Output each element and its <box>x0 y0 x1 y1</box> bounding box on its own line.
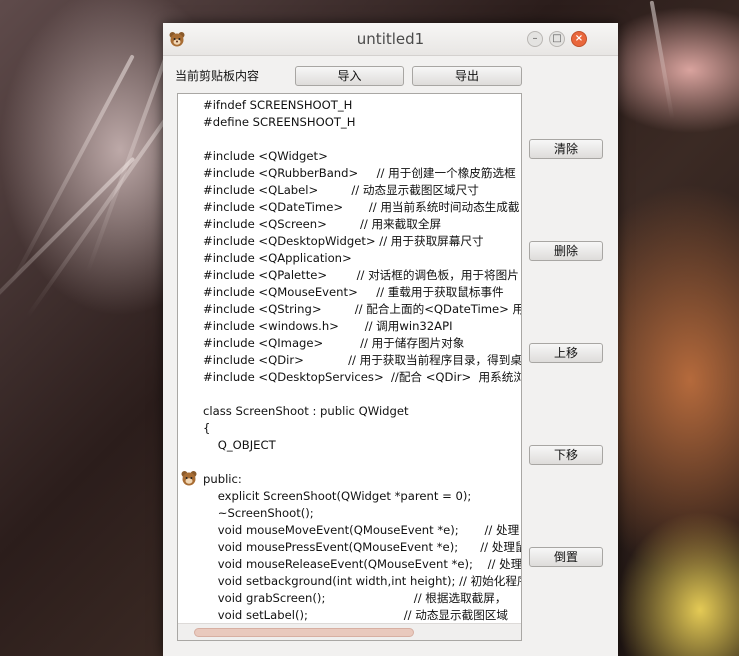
code-line: #include <QPalette> // 对话框的调色板，用于将图片 <box>203 268 519 282</box>
code-line: #ifndef SCREENSHOOT_H <box>203 98 353 112</box>
code-line: #define SCREENSHOOT_H <box>203 115 356 129</box>
code-line: #include <QImage> // 用于储存图片对象 <box>203 336 465 350</box>
code-line: class ScreenShoot : public QWidget <box>203 404 409 418</box>
code-text: #ifndef SCREENSHOOT_H #define SCREENSHOOT… <box>203 97 522 624</box>
code-line: ~ScreenShoot(); <box>203 506 314 520</box>
close-button[interactable]: × <box>571 31 587 47</box>
code-line: void setLabel(); // 动态显示截图区域 <box>203 608 508 622</box>
clipboard-content-label: 当前剪贴板内容 <box>175 69 260 83</box>
clear-button[interactable]: 清除 <box>529 139 603 159</box>
code-line: #include <QMouseEvent> // 重载用于获取鼠标事件 <box>203 285 504 299</box>
code-line: explicit ScreenShoot(QWidget *parent = 0… <box>203 489 472 503</box>
code-line: void mouseMoveEvent(QMouseEvent *e); // … <box>203 523 520 537</box>
code-line: void mousePressEvent(QMouseEvent *e); //… <box>203 540 522 554</box>
code-line: { <box>203 421 211 435</box>
app-window: untitled1 – □ × 当前剪贴板内容 导入 导出 #ifndef SC… <box>163 23 618 656</box>
code-line: #include <QRubberBand> // 用于创建一个橡皮筋选框 <box>203 166 516 180</box>
code-line: #include <QString> // 配合上面的<QDateTime> 用 <box>203 302 522 316</box>
move-down-button[interactable]: 下移 <box>529 445 603 465</box>
horizontal-scrollbar[interactable] <box>178 623 521 640</box>
clipboard-text-editor[interactable]: #ifndef SCREENSHOOT_H #define SCREENSHOOT… <box>177 93 522 641</box>
minimize-button[interactable]: – <box>527 31 543 47</box>
code-line: #include <QDir> // 用于获取当前程序目录，得到桌 <box>203 353 522 367</box>
delete-button[interactable]: 删除 <box>529 241 603 261</box>
code-line: #include <QDesktopServices> //配合 <QDir> … <box>203 370 522 384</box>
reverse-button[interactable]: 倒置 <box>529 547 603 567</box>
move-up-button[interactable]: 上移 <box>529 343 603 363</box>
code-line: void mouseReleaseEvent(QMouseEvent *e); … <box>203 557 522 571</box>
code-line: public: <box>203 472 242 486</box>
wallpaper-hair-streak <box>649 0 675 120</box>
scrollbar-thumb[interactable] <box>194 628 414 637</box>
code-line: #include <QApplication> <box>203 251 352 265</box>
code-line: void grabScreen(); // 根据选取截屏， <box>203 591 507 605</box>
title-bar[interactable]: untitled1 – □ × <box>163 23 618 56</box>
code-line: #include <QDesktopWidget> // 用于获取屏幕尺寸 <box>203 234 484 248</box>
bear-cursor-icon <box>181 471 197 486</box>
code-line: Q_OBJECT <box>203 438 276 452</box>
wallpaper-hair-streak <box>0 156 136 344</box>
import-button[interactable]: 导入 <box>295 66 404 86</box>
code-line: #include <windows.h> // 调用win32API <box>203 319 453 333</box>
code-line: #include <QScreen> // 用来截取全屏 <box>203 217 442 231</box>
code-line: void setbackground(int width,int height)… <box>203 574 522 588</box>
maximize-button[interactable]: □ <box>549 31 565 47</box>
export-button[interactable]: 导出 <box>412 66 522 86</box>
code-line: #include <QWidget> <box>203 149 328 163</box>
code-line: #include <QLabel> // 动态显示截图区域尺寸 <box>203 183 479 197</box>
code-line: #include <QDateTime> // 用当前系统时间动态生成截 <box>203 200 520 214</box>
